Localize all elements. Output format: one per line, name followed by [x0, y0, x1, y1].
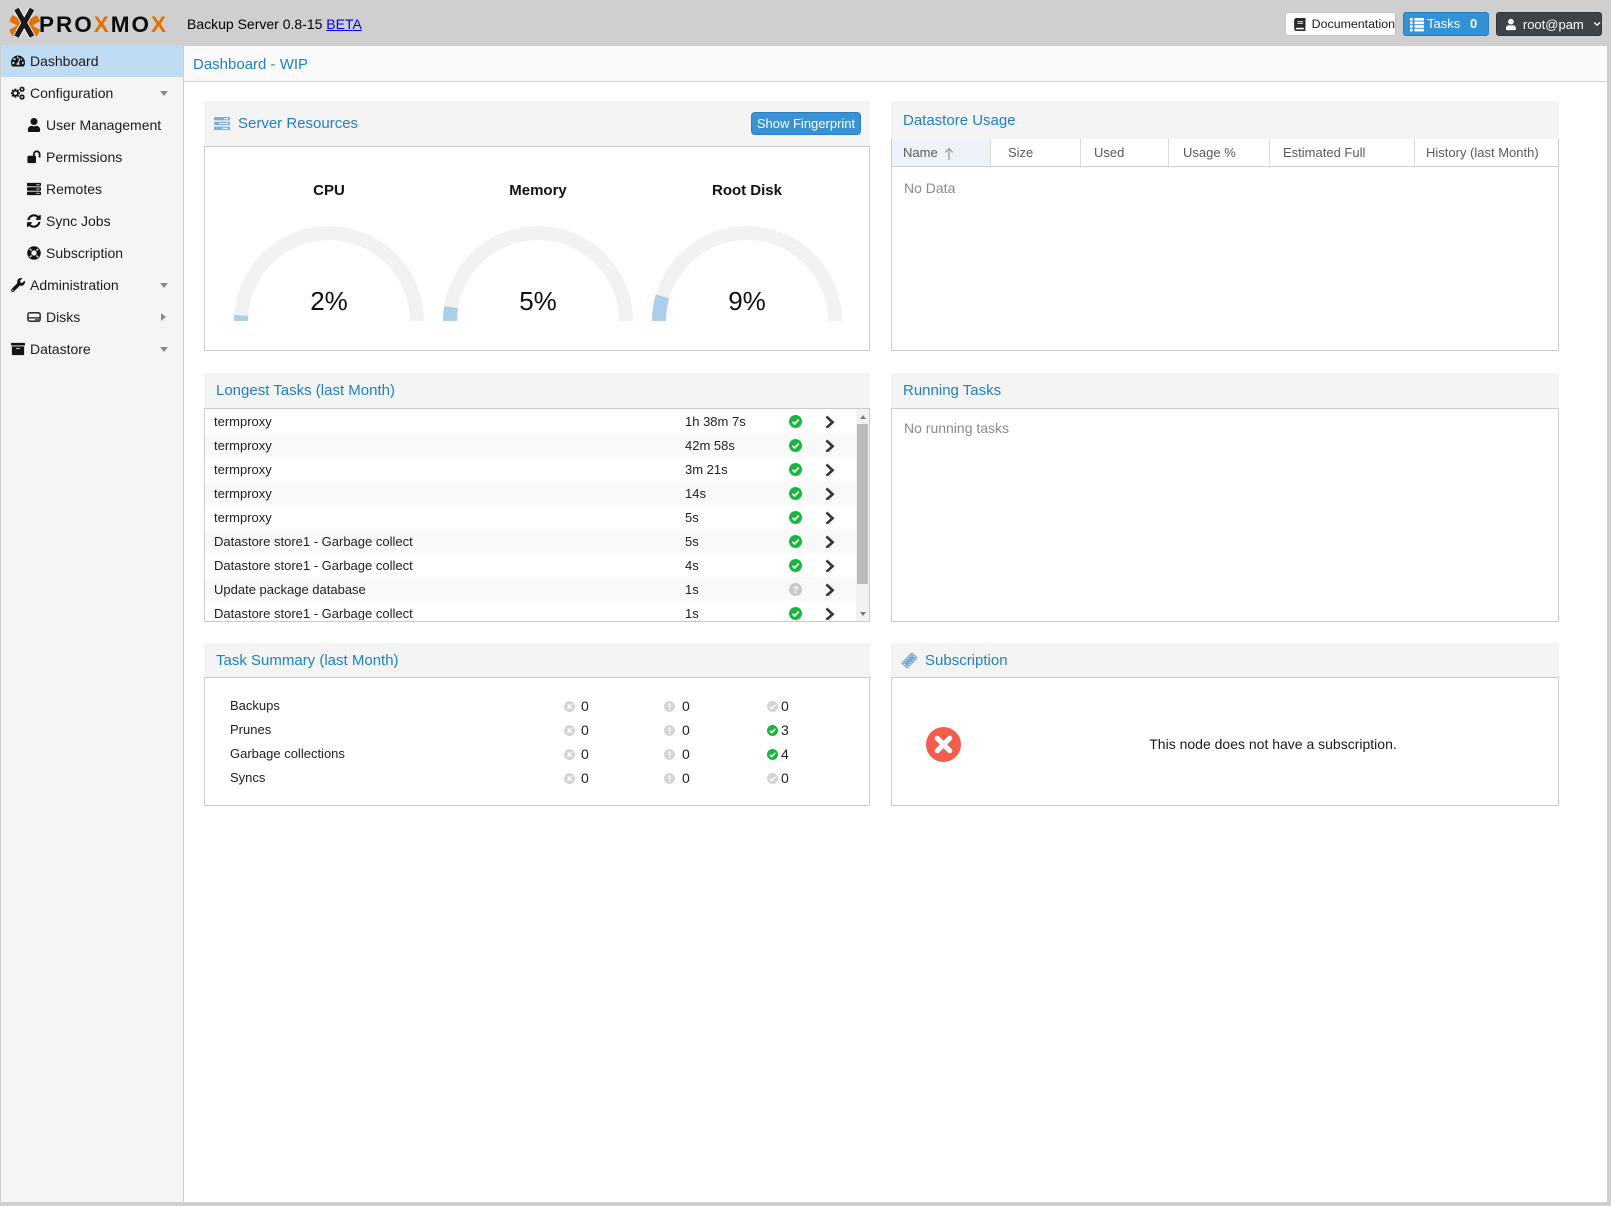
svg-text:PROXMOX: PROXMOX: [39, 12, 168, 37]
